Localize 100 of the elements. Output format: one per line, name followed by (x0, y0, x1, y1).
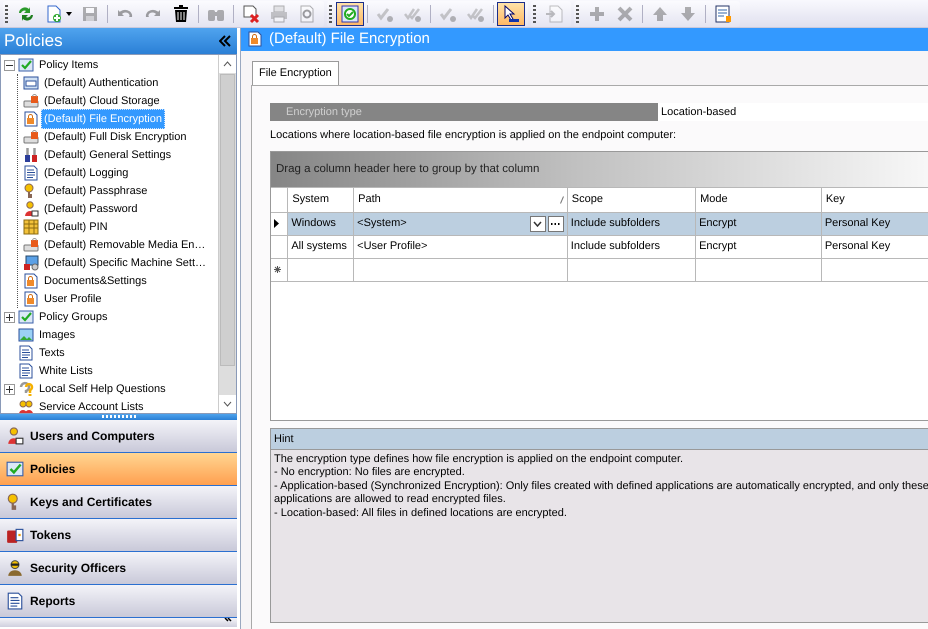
table-cell: Windows (288, 212, 354, 235)
lock-document-icon (23, 291, 39, 307)
scrollbar[interactable] (218, 55, 236, 413)
tree-item[interactable]: White Lists (36, 360, 96, 382)
double-chevron-icon (219, 35, 231, 47)
toolbar-grip[interactable] (576, 4, 579, 22)
tree-item[interactable]: (Default) PIN (41, 216, 111, 238)
import-icon (544, 4, 564, 24)
tree-item[interactable]: Local Self Help Questions (36, 378, 169, 400)
tree-item[interactable]: (Default) Full Disk Encryption (41, 126, 190, 148)
tree-item[interactable]: (Default) Removable Media En… (41, 234, 208, 256)
printer-icon (268, 4, 289, 24)
encryption-type-field[interactable]: Location-based (658, 103, 928, 121)
description-text: Locations where location-based file encryption is applied on the endpoint computer: (270, 128, 678, 143)
nav-button[interactable]: Security Officers (0, 552, 237, 585)
nav-button[interactable]: Reports (0, 585, 237, 618)
tab[interactable]: File Encryption (252, 60, 339, 85)
document-icon (6, 592, 24, 610)
person-icon (6, 427, 24, 445)
officer-icon (6, 559, 24, 577)
table-cell: Encrypt (696, 235, 822, 258)
table-cell: All systems (288, 235, 354, 258)
keypad-icon (23, 219, 39, 235)
lock-drive-icon (23, 93, 39, 109)
checklist-icon (18, 57, 34, 73)
column-header[interactable]: Key (821, 187, 928, 212)
question-icon (18, 381, 34, 397)
pencil-icon (560, 196, 564, 204)
nav-button[interactable]: Users and Computers (0, 420, 237, 453)
window-icon (23, 75, 39, 91)
lock-drive-icon (23, 129, 39, 145)
column-header[interactable]: Scope (567, 187, 696, 212)
tree-item[interactable]: Images (36, 324, 78, 346)
image-icon (18, 327, 34, 343)
new-row-icon (274, 266, 281, 273)
tree-item[interactable]: (Default) General Settings (41, 144, 174, 166)
people-icon (18, 399, 34, 413)
token-icon (6, 526, 24, 544)
computer-icon (23, 255, 39, 271)
hint-text: - Location-based: All files in defined locations are encrypted. (274, 506, 568, 520)
group-by-area: Drag a column header here to group by that column (271, 152, 928, 186)
person-icon (23, 201, 39, 217)
dropdown-button[interactable] (530, 216, 546, 232)
column-header[interactable]: System (288, 187, 354, 212)
document-icon (23, 165, 39, 181)
tree-item[interactable]: User Profile (41, 288, 104, 310)
lock-document-icon (23, 111, 39, 127)
column-header[interactable]: Path (358, 191, 381, 208)
table-cell: Include subfolders (567, 212, 696, 235)
panel-title: Policies (4, 30, 63, 52)
tree-item[interactable]: (Default) Authentication (41, 72, 162, 94)
checklist-icon (6, 460, 24, 478)
tree-item[interactable]: (Default) Passphrase (41, 180, 150, 202)
caret-icon (66, 12, 72, 16)
table-cell: Include subfolders (567, 235, 696, 258)
tree-item[interactable]: Texts (36, 342, 68, 364)
document-icon (18, 345, 34, 361)
tree-item[interactable]: Policy Groups (36, 306, 110, 328)
current-row-icon (274, 218, 279, 228)
tree-item[interactable]: (Default) Specific Machine Sett… (41, 252, 210, 274)
nav-button[interactable]: Tokens (0, 519, 237, 552)
expander-toggle[interactable] (4, 60, 15, 70)
tree-item[interactable]: (Default) Cloud Storage (41, 90, 163, 112)
ellipsis-button[interactable] (548, 216, 564, 232)
toolbar-grip[interactable] (532, 4, 536, 22)
double-chevron-icon[interactable] (224, 618, 232, 624)
toolbar-grip[interactable] (328, 4, 332, 22)
plus-icon (5, 384, 14, 394)
document-icon (18, 363, 34, 379)
checklist-icon (18, 309, 34, 325)
lock-document-icon (247, 31, 263, 48)
tree-item[interactable]: Service Account Lists (36, 396, 147, 413)
hint-text: - No encryption: No files are encrypted. (274, 466, 466, 480)
expander-toggle[interactable] (4, 312, 15, 322)
lock-document-icon (23, 273, 39, 289)
toolbar-button[interactable] (496, 2, 525, 26)
tree-item[interactable]: (Default) Logging (41, 162, 132, 184)
splitter[interactable] (0, 414, 237, 420)
table-cell: Personal Key (821, 212, 928, 235)
delete-document-icon (240, 4, 261, 24)
table-cell: <User Profile> (354, 235, 568, 258)
inspect-icon (340, 4, 360, 24)
cross-icon (614, 4, 635, 24)
toolbar-button[interactable] (336, 2, 364, 26)
tree-item[interactable]: Documents&Settings (41, 270, 150, 292)
tools-icon (23, 147, 39, 163)
report-icon (712, 4, 733, 24)
tree-item[interactable]: (Default) Password (41, 198, 141, 220)
chevron-down-icon (223, 401, 232, 407)
nav-button[interactable]: Policies (0, 453, 237, 486)
hint-title: Hint (271, 428, 928, 450)
toolbar-grip[interactable] (4, 4, 8, 22)
page-title: (Default) File Encryption (269, 29, 430, 49)
column-header[interactable]: Mode (696, 187, 822, 212)
nav-button[interactable]: Keys and Certificates (0, 486, 237, 519)
chevron-up-icon (223, 61, 232, 67)
expander-toggle[interactable] (4, 384, 15, 394)
tree-item[interactable]: Policy Items (36, 55, 102, 76)
collapse-button[interactable] (219, 35, 231, 47)
plus-icon (5, 312, 14, 322)
